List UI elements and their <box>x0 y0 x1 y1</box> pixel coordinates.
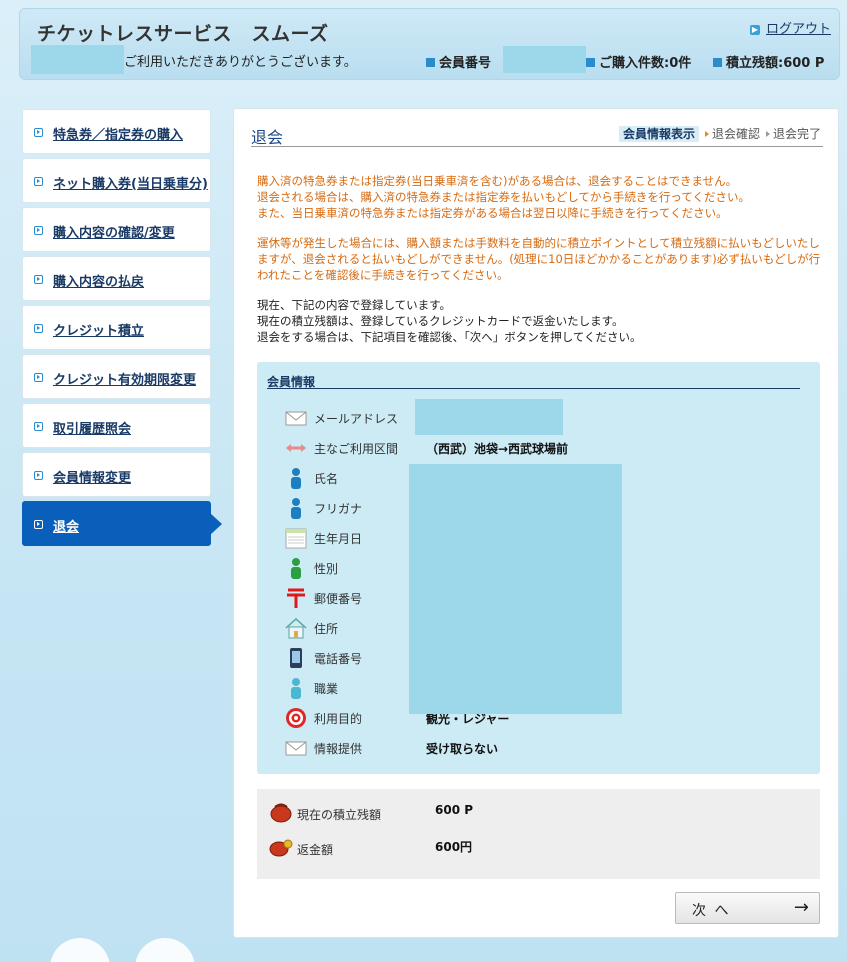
sidebar-item-refund[interactable]: 購入内容の払戻 <box>22 256 211 301</box>
step-indicator: 会員情報表示 退会確認 退会完了 <box>618 125 821 142</box>
step-final: 退会完了 <box>766 127 821 141</box>
mail-icon <box>285 411 307 426</box>
arrow-right-icon: ▶ <box>749 25 760 35</box>
next-button[interactable]: 次 へ → <box>675 892 820 924</box>
info-line: 退会をする場合は、下記項目を確認後、「次へ」ボタンを押してください。 <box>257 330 642 344</box>
sidebar-item-label: 購入内容の確認/変更 <box>53 226 175 241</box>
arrow-bullet-icon <box>34 226 43 235</box>
person-icon <box>291 678 301 699</box>
warning-text: 購入済の特急券または指定券(当日乗車済を含む)がある場合は、退会することはできま… <box>257 174 738 188</box>
step-next: 退会確認 <box>705 127 760 141</box>
main-panel: 退会 会員情報表示 退会確認 退会完了 購入済の特急券または指定券(当日乗車済を含む… <box>233 108 839 938</box>
sidebar-item-label: ネット購入券(当日乗車分) <box>53 177 208 192</box>
redacted-personal-info <box>409 464 622 714</box>
purchase-count: ご購入件数:0件 <box>586 52 691 71</box>
member-info-panel: 会員情報 メールアドレス 主なご利用区間 （西武）池袋→西武球場前 氏名 フリガ… <box>257 362 820 774</box>
site-title: チケットレスサービス スムーズ <box>37 23 329 45</box>
sidebar-item-label: クレジット積立 <box>53 324 145 339</box>
redacted-member-number <box>503 46 586 73</box>
warning-text: 退会される場合は、購入済の特急券または指定券を払いもどしてから手続きを行ってくだ… <box>257 190 750 204</box>
sidebar-item-label: 特急券／指定券の購入 <box>53 128 184 143</box>
sidebar-item-withdraw[interactable]: 退会 <box>22 501 222 546</box>
person-icon <box>291 468 301 489</box>
square-bullet-icon <box>586 58 595 67</box>
coin-purse-icon <box>269 839 293 857</box>
sidebar-item-label: 取引履歴照会 <box>53 422 132 437</box>
sidebar-item-history[interactable]: 取引履歴照会 <box>22 403 211 448</box>
info-line: 現在、下記の内容で登録しています。 <box>257 298 452 312</box>
arrow-bullet-icon <box>34 275 43 284</box>
square-bullet-icon <box>426 58 435 67</box>
next-button-label: 次 へ <box>692 903 731 919</box>
sidebar-item-credit-deposit[interactable]: クレジット積立 <box>22 305 211 350</box>
route-arrow-icon <box>286 444 306 452</box>
arrow-bullet-icon <box>34 128 43 137</box>
arrow-bullet-icon <box>34 422 43 431</box>
arrow-bullet-icon <box>34 177 43 186</box>
decorative-cloud <box>50 938 110 962</box>
arrow-bullet-icon <box>34 373 43 382</box>
mail-icon <box>285 741 307 756</box>
sidebar-item-label: 会員情報変更 <box>53 471 132 486</box>
purse-icon <box>270 803 292 823</box>
header: チケットレスサービス スムーズ ▶ ログアウト ご利用いただきありがとうございます… <box>19 8 840 80</box>
sidebar-item-member-edit[interactable]: 会員情報変更 <box>22 452 211 497</box>
house-icon <box>285 617 307 639</box>
balance-summary: 積立残額:600 P <box>713 52 824 71</box>
phone-icon <box>290 648 302 668</box>
member-number-label: 会員番号 <box>426 52 491 71</box>
sidebar-item-credit-expiry[interactable]: クレジット有効期限変更 <box>22 354 211 399</box>
sidebar-item-express-ticket[interactable]: 特急券／指定券の購入 <box>22 109 211 154</box>
warning-text: また、当日乗車済の特急券または指定券がある場合は翌日以降に手続きを行ってください… <box>257 206 728 220</box>
title-divider <box>251 146 823 147</box>
arrow-right-icon: → <box>793 897 809 918</box>
person-green-icon <box>291 558 301 579</box>
square-bullet-icon <box>713 58 722 67</box>
info-text: 現在、下記の内容で登録しています。 現在の積立残額は、登録しているクレジットカー… <box>257 297 827 345</box>
arrow-bullet-icon <box>34 520 43 529</box>
redacted-user-name <box>31 45 124 74</box>
arrow-bullet-icon <box>34 471 43 480</box>
decorative-cloud <box>135 938 195 962</box>
member-info-divider <box>267 388 800 389</box>
sidebar-item-label: 退会 <box>53 520 80 535</box>
logout-link[interactable]: ▶ ログアウト <box>749 18 831 37</box>
step-current: 会員情報表示 <box>618 126 699 142</box>
sidebar-item-label: クレジット有効期限変更 <box>53 373 197 388</box>
sidebar-item-confirm-change[interactable]: 購入内容の確認/変更 <box>22 207 211 252</box>
redacted-email <box>415 399 563 435</box>
balance-panel: 現在の積立残額 600 P 返金額 600円 <box>257 789 820 879</box>
person-icon <box>291 498 301 519</box>
greeting-text: ご利用いただきありがとうございます。 <box>124 55 357 70</box>
postal-mark-icon <box>287 588 305 608</box>
warning-text: 運休等が発生した場合には、購入額または手数料を自動的に積立ポイントとして積立残額… <box>257 236 821 282</box>
arrow-bullet-icon <box>34 324 43 333</box>
target-icon <box>286 708 306 728</box>
calendar-icon <box>285 528 307 549</box>
sidebar-item-label: 購入内容の払戻 <box>53 275 145 290</box>
logout-label: ログアウト <box>765 22 831 37</box>
page-title: 退会 <box>251 128 284 147</box>
sidebar-item-net-ticket[interactable]: ネット購入券(当日乗車分) <box>22 158 211 203</box>
info-line: 現在の積立残額は、登録しているクレジットカードで返金いたします。 <box>257 314 624 328</box>
